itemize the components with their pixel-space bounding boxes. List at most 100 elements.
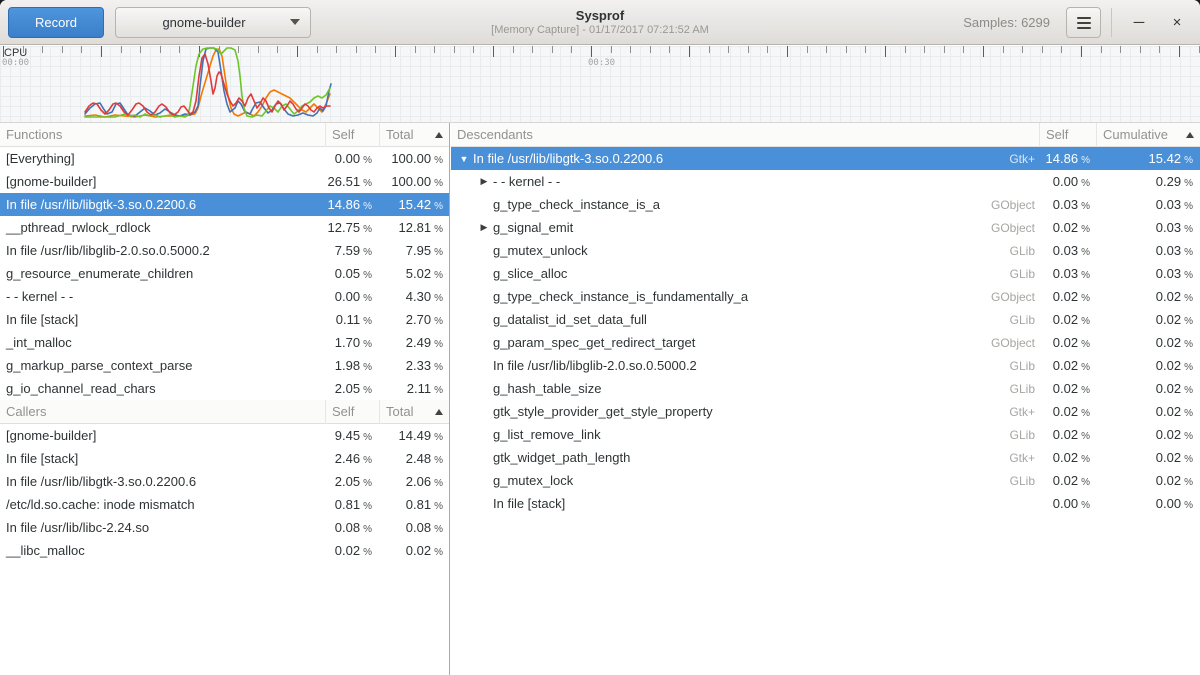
descendants-table-row[interactable]: g_slice_allocGLib0.03%0.03%	[451, 262, 1200, 285]
descendants-table: ▼In file /usr/lib/libgtk-3.so.0.2200.6Gt…	[451, 147, 1200, 515]
descendants-table-row[interactable]: g_type_check_instance_is_aGObject0.03%0.…	[451, 193, 1200, 216]
descendant-name: ▶g_signal_emit	[451, 220, 890, 235]
library-tag: GLib	[890, 382, 1040, 396]
time-axis-label: 00:00	[2, 58, 29, 68]
function-name: g_io_channel_read_chars	[0, 381, 326, 396]
expander-open-icon[interactable]: ▼	[459, 154, 469, 164]
functions-table-row[interactable]: In file /usr/lib/libgtk-3.so.0.2200.614.…	[0, 193, 449, 216]
function-name: [Everything]	[0, 151, 326, 166]
header-bar: Record gnome-builder Sysprof [Memory Cap…	[0, 0, 1200, 45]
minimize-button[interactable]: ─	[1122, 6, 1156, 40]
function-name: - - kernel - -	[0, 289, 326, 304]
functions-column-header[interactable]: Functions	[0, 123, 326, 147]
descendant-name: ▼In file /usr/lib/libgtk-3.so.0.2200.6	[451, 151, 890, 166]
descendants-table-row[interactable]: g_hash_table_sizeGLib0.02%0.02%	[451, 377, 1200, 400]
descendant-name: g_datalist_id_set_data_full	[451, 312, 890, 327]
library-tag: GObject	[890, 290, 1040, 304]
descendants-table-row[interactable]: g_type_check_instance_is_fundamentally_a…	[451, 285, 1200, 308]
descendants-table-row[interactable]: g_mutex_unlockGLib0.03%0.03%	[451, 239, 1200, 262]
sort-ascending-icon	[1186, 132, 1194, 138]
function-name: In file [stack]	[0, 312, 326, 327]
total-column-header[interactable]: Total	[380, 123, 449, 147]
callers-column-header[interactable]: Callers	[0, 400, 326, 424]
record-button[interactable]: Record	[8, 7, 104, 38]
descendant-name: g_param_spec_get_redirect_target	[451, 335, 890, 350]
functions-table-row[interactable]: _int_malloc1.70%2.49%	[0, 331, 449, 354]
sort-ascending-icon	[435, 132, 443, 138]
close-button[interactable]: ×	[1160, 6, 1194, 40]
descendant-name: g_hash_table_size	[451, 381, 890, 396]
left-pane: Functions Self Total [Everything]0.00%10…	[0, 123, 450, 675]
descendant-name: g_mutex_unlock	[451, 243, 890, 258]
sysprof-window: Record gnome-builder Sysprof [Memory Cap…	[0, 0, 1200, 675]
functions-table-row[interactable]: __pthread_rwlock_rdlock12.75%12.81%	[0, 216, 449, 239]
time-axis-label: 00:30	[588, 58, 615, 68]
library-tag: GLib	[890, 428, 1040, 442]
library-tag: GObject	[890, 221, 1040, 235]
library-tag: GLib	[890, 474, 1040, 488]
functions-table-row[interactable]: - - kernel - -0.00%4.30%	[0, 285, 449, 308]
callers-table-row[interactable]: In file [stack]2.46%2.48%	[0, 447, 449, 470]
descendant-name: gtk_style_provider_get_style_property	[451, 404, 890, 419]
functions-table-row[interactable]: In file /usr/lib/libglib-2.0.so.0.5000.2…	[0, 239, 449, 262]
self-column-header[interactable]: Self	[1040, 123, 1097, 147]
descendants-table-row[interactable]: ▼In file /usr/lib/libgtk-3.so.0.2200.6Gt…	[451, 147, 1200, 170]
library-tag: GLib	[890, 313, 1040, 327]
descendant-name: ▶- - kernel - -	[451, 174, 890, 189]
expander-closed-icon[interactable]: ▶	[479, 176, 489, 187]
functions-table-row[interactable]: [gnome-builder]26.51%100.00%	[0, 170, 449, 193]
functions-table: [Everything]0.00%100.00%[gnome-builder]2…	[0, 147, 449, 400]
descendants-table-row[interactable]: ▶- - kernel - -0.00%0.29%	[451, 170, 1200, 193]
function-name: g_markup_parse_context_parse	[0, 358, 326, 373]
callers-table-row[interactable]: In file /usr/lib/libgtk-3.so.0.2200.62.0…	[0, 470, 449, 493]
self-column-header[interactable]: Self	[326, 123, 380, 147]
window-subtitle: [Memory Capture] - 01/17/2017 07:21:52 A…	[491, 23, 709, 37]
descendants-table-row[interactable]: In file /usr/lib/libglib-2.0.so.0.5000.2…	[451, 354, 1200, 377]
descendants-table-row[interactable]: gtk_widget_path_lengthGtk+0.02%0.02%	[451, 446, 1200, 469]
function-name: In file /usr/lib/libgtk-3.so.0.2200.6	[0, 197, 326, 212]
callers-table-row[interactable]: [gnome-builder]9.45%14.49%	[0, 424, 449, 447]
samples-count: Samples: 6299	[963, 15, 1050, 30]
cumulative-column-header[interactable]: Cumulative	[1097, 123, 1200, 147]
functions-table-row[interactable]: In file [stack]0.11%2.70%	[0, 308, 449, 331]
descendant-name: g_mutex_lock	[451, 473, 890, 488]
library-tag: GLib	[890, 267, 1040, 281]
library-tag: Gtk+	[890, 152, 1040, 166]
function-name: g_resource_enumerate_children	[0, 266, 326, 281]
descendants-table-row[interactable]: g_param_spec_get_redirect_targetGObject0…	[451, 331, 1200, 354]
callers-table-row[interactable]: In file /usr/lib/libc-2.24.so0.08%0.08%	[0, 516, 449, 539]
functions-table-row[interactable]: g_markup_parse_context_parse1.98%2.33%	[0, 354, 449, 377]
descendant-name: g_type_check_instance_is_fundamentally_a	[451, 289, 890, 304]
descendants-table-row[interactable]: g_datalist_id_set_data_fullGLib0.02%0.02…	[451, 308, 1200, 331]
functions-table-row[interactable]: g_resource_enumerate_children0.05%5.02%	[0, 262, 449, 285]
function-name: _int_malloc	[0, 335, 326, 350]
functions-table-row[interactable]: [Everything]0.00%100.00%	[0, 147, 449, 170]
descendant-name: In file /usr/lib/libglib-2.0.so.0.5000.2	[451, 358, 890, 373]
cpu-graph[interactable]: CPU 00:0000:30	[0, 46, 1200, 123]
descendant-name: g_slice_alloc	[451, 266, 890, 281]
library-tag: GObject	[890, 198, 1040, 212]
functions-table-row[interactable]: g_io_channel_read_chars2.05%2.11%	[0, 377, 449, 400]
callers-table-row[interactable]: /etc/ld.so.cache: inode mismatch0.81%0.8…	[0, 493, 449, 516]
sort-ascending-icon	[435, 409, 443, 415]
descendants-table-row[interactable]: In file [stack]0.00%0.00%	[451, 492, 1200, 515]
hamburger-menu-button[interactable]	[1066, 7, 1101, 38]
descendant-name: In file [stack]	[451, 496, 890, 511]
function-name: [gnome-builder]	[0, 428, 326, 443]
library-tag: Gtk+	[890, 451, 1040, 465]
descendants-table-row[interactable]: g_mutex_lockGLib0.02%0.02%	[451, 469, 1200, 492]
callers-table-row[interactable]: __libc_malloc0.02%0.02%	[0, 539, 449, 562]
process-selector-dropdown[interactable]: gnome-builder	[115, 7, 311, 38]
function-name: __libc_malloc	[0, 543, 326, 558]
function-name: In file [stack]	[0, 451, 326, 466]
descendants-table-header: Descendants Self Cumulative	[451, 123, 1200, 147]
function-name: /etc/ld.so.cache: inode mismatch	[0, 497, 326, 512]
expander-closed-icon[interactable]: ▶	[479, 222, 489, 233]
descendants-table-row[interactable]: ▶g_signal_emitGObject0.02%0.03%	[451, 216, 1200, 239]
self-column-header[interactable]: Self	[326, 400, 380, 424]
descendants-column-header[interactable]: Descendants	[451, 123, 1040, 147]
descendants-table-row[interactable]: g_list_remove_linkGLib0.02%0.02%	[451, 423, 1200, 446]
descendants-table-row[interactable]: gtk_style_provider_get_style_propertyGtk…	[451, 400, 1200, 423]
descendant-name: g_type_check_instance_is_a	[451, 197, 890, 212]
total-column-header[interactable]: Total	[380, 400, 449, 424]
